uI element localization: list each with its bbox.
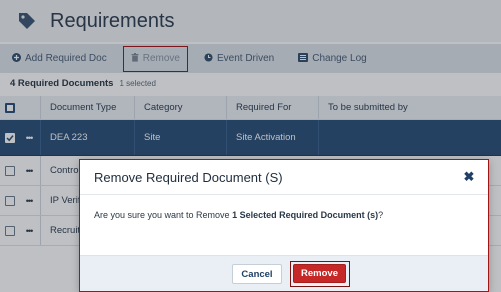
remove-document-dialog: Remove Required Document (S) ✖ Are you s… — [79, 159, 489, 292]
dialog-message-suffix: ? — [378, 210, 384, 220]
close-icon[interactable]: ✖ — [462, 169, 476, 184]
dialog-message-prefix: Are you sure you want to Remove — [94, 210, 233, 220]
dialog-message: Are you sure you want to Remove 1 Select… — [94, 210, 383, 220]
cancel-button[interactable]: Cancel — [232, 264, 282, 284]
dialog-message-count: 1 Selected Required Document (s) — [232, 210, 379, 220]
dialog-header: Remove Required Document (S) ✖ — [80, 160, 488, 195]
remove-button-highlight: Remove — [290, 261, 350, 287]
dialog-footer: Cancel Remove — [80, 255, 488, 291]
dialog-title: Remove Required Document (S) — [94, 169, 283, 185]
confirm-remove-button[interactable]: Remove — [293, 264, 346, 283]
